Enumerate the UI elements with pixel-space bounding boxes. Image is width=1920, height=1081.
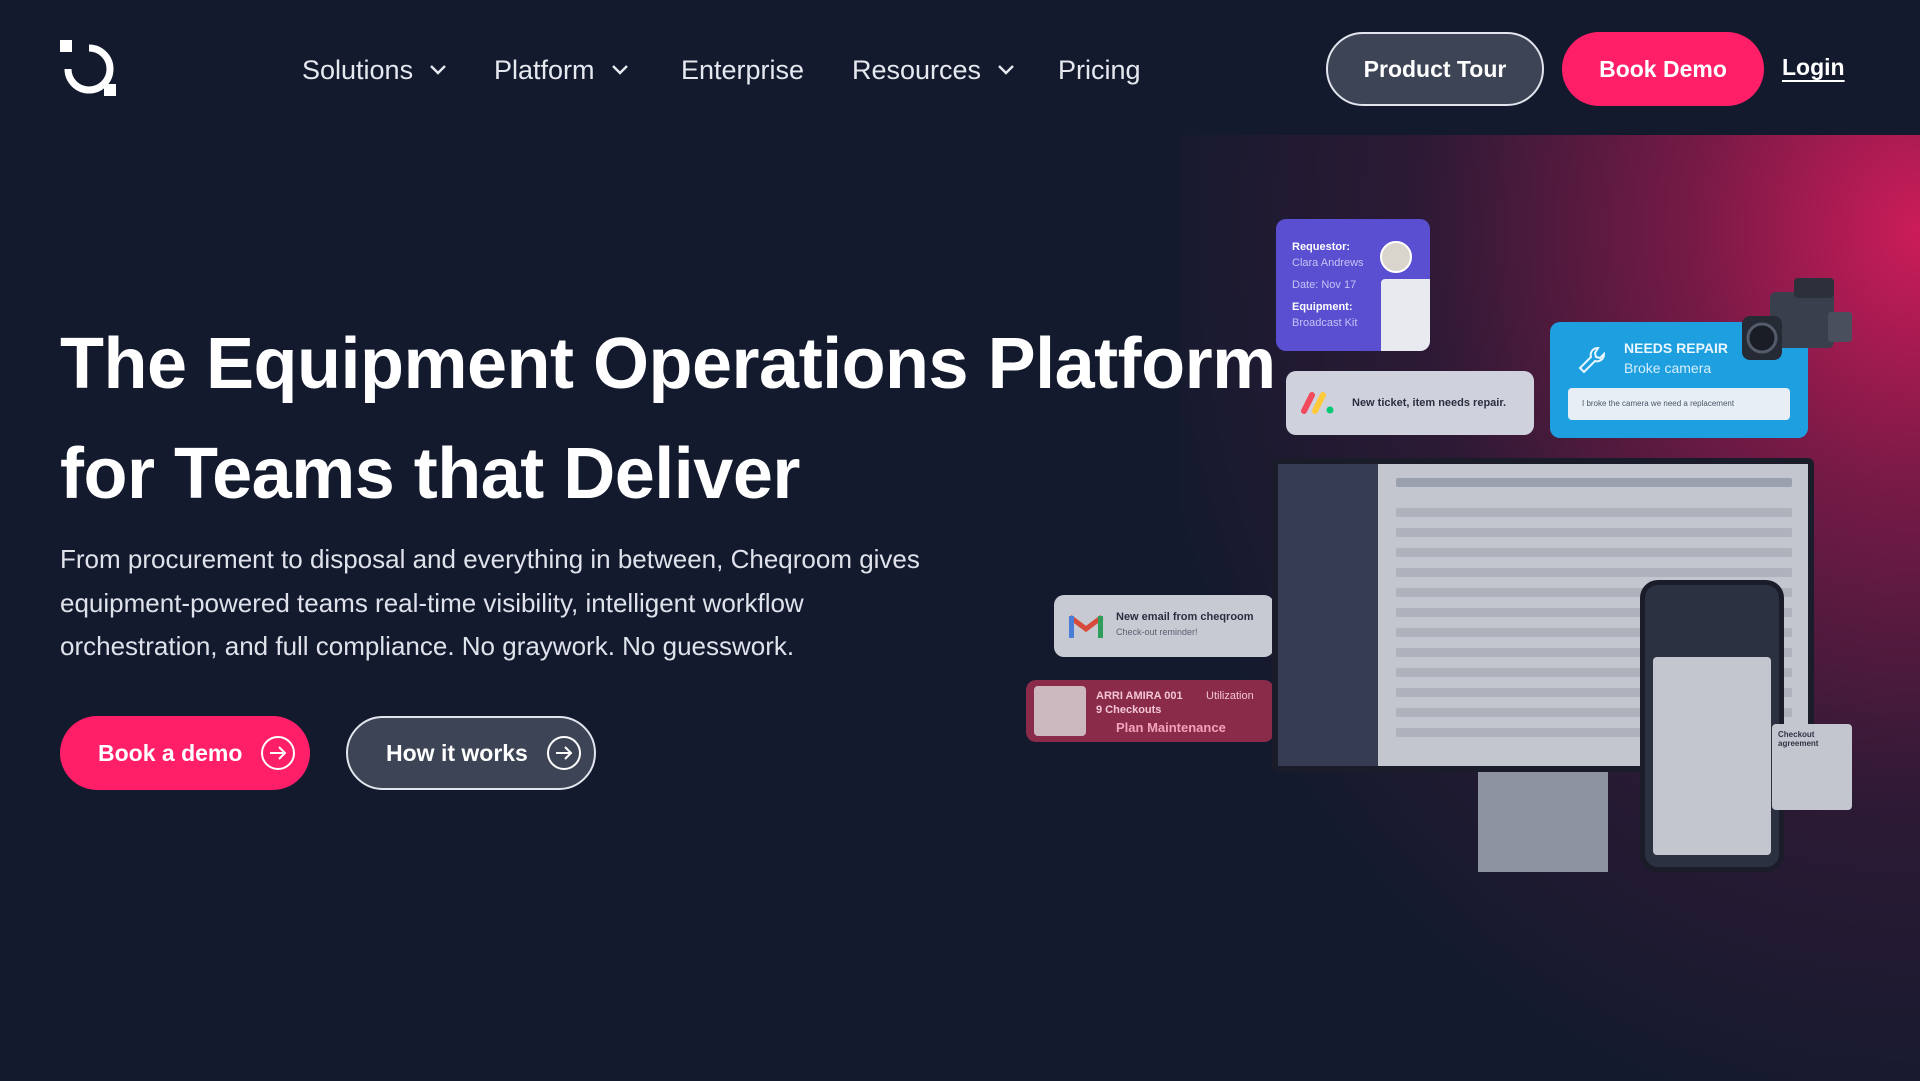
email-title: New email from cheqroom <box>1116 611 1254 623</box>
table-row <box>1396 548 1792 557</box>
cheqroom-logo-icon[interactable] <box>58 38 120 100</box>
mockup-toolbar <box>1396 478 1792 487</box>
nav-pricing[interactable]: Pricing <box>1058 52 1141 88</box>
wrench-icon <box>1578 347 1605 374</box>
avatar <box>1380 241 1412 273</box>
plan-maintenance-label: Plan Maintenance <box>1116 720 1226 735</box>
chevron-down-icon <box>998 65 1014 75</box>
hero-subtitle-line2: equipment-powered teams real-time visibi… <box>60 588 804 618</box>
equipment-label: Equipment: <box>1292 301 1353 313</box>
hero-title-line2: for Teams that Deliver <box>60 434 800 514</box>
chevron-down-icon <box>611 65 628 75</box>
equipment-photo <box>1381 279 1430 351</box>
product-tour-button[interactable]: Product Tour <box>1326 32 1544 106</box>
login-link[interactable]: Login <box>1782 54 1845 81</box>
gmail-icon <box>1068 615 1104 638</box>
nav-resources-label: Resources <box>852 54 982 85</box>
table-row <box>1396 568 1792 577</box>
email-notification: New email from cheqroom Check-out remind… <box>1054 595 1274 657</box>
nav-pricing-label: Pricing <box>1058 54 1141 85</box>
asset-name: ARRI AMIRA 001 <box>1096 690 1183 702</box>
hero-subtitle-line3: orchestration, and full compliance. No g… <box>60 631 795 661</box>
chevron-down-icon <box>430 65 446 75</box>
mobile-screen <box>1653 657 1771 855</box>
needs-repair-subtitle: Broke camera <box>1624 360 1712 376</box>
nav-solutions-label: Solutions <box>302 54 414 85</box>
asset-metric: Utilization <box>1206 690 1254 702</box>
cinema-camera-illustration <box>1742 278 1852 360</box>
top-navigation: Solutions Platform Enterprise Resources … <box>0 0 1920 140</box>
monday-logo-icon <box>1301 392 1334 414</box>
mobile-app-mockup <box>1640 580 1784 872</box>
hero-title-line1: The Equipment Operations Platform <box>60 324 1276 404</box>
equipment-name: Broadcast Kit <box>1292 317 1358 329</box>
ticket-text: New ticket, item needs repair. <box>1352 397 1507 409</box>
asset-utilization-card: ARRI AMIRA 001 Utilization 9 Checkouts P… <box>1026 680 1274 742</box>
request-date: Date: Nov 17 <box>1292 279 1357 291</box>
nav-platform[interactable]: Platform <box>494 52 629 88</box>
nav-resources[interactable]: Resources <box>852 52 1015 88</box>
asset-checkouts: 9 Checkouts <box>1096 704 1162 716</box>
monitor-stand <box>1478 772 1608 872</box>
asset-photo <box>1034 686 1086 736</box>
how-it-works-label: How it works <box>386 739 528 766</box>
nav-enterprise[interactable]: Enterprise <box>681 52 804 88</box>
hero-subtitle-line1: From procurement to disposal and everyth… <box>60 544 920 574</box>
book-a-demo-label: Book a demo <box>98 739 243 766</box>
table-row <box>1396 508 1792 517</box>
nav-enterprise-label: Enterprise <box>681 54 805 85</box>
nav-solutions[interactable]: Solutions <box>302 52 447 88</box>
ticket-notification: New ticket, item needs repair. <box>1286 371 1534 435</box>
requestor-name: Clara Andrews <box>1292 257 1364 269</box>
email-subtitle: Check-out reminder! <box>1116 627 1198 637</box>
book-a-demo-button[interactable]: Book a demo <box>60 716 310 790</box>
book-demo-button[interactable]: Book Demo <box>1562 32 1764 106</box>
requestor-label: Requestor: <box>1292 241 1351 253</box>
checkout-agreement-card: Checkout agreement <box>1772 724 1852 810</box>
needs-repair-title: NEEDS REPAIR <box>1624 340 1728 356</box>
mockup-sidebar <box>1278 464 1378 766</box>
nav-platform-label: Platform <box>494 54 595 85</box>
repair-message: I broke the camera we need a replacement <box>1568 388 1790 420</box>
table-row <box>1396 528 1792 537</box>
arrow-right-circle-icon <box>546 736 581 770</box>
arrow-right-circle-icon <box>261 736 296 770</box>
request-card: Requestor: Clara Andrews Date: Nov 17 Eq… <box>1276 219 1430 351</box>
how-it-works-button[interactable]: How it works <box>346 716 596 790</box>
